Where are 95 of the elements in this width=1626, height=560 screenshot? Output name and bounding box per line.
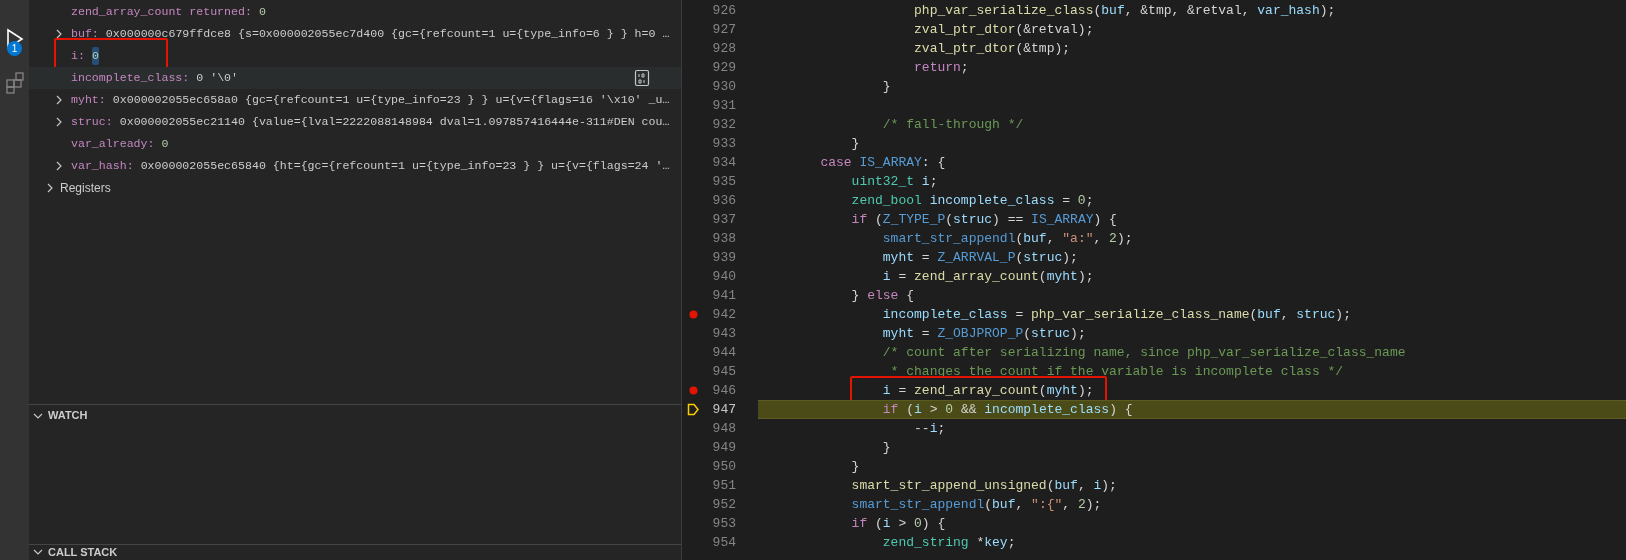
line-number: 943 xyxy=(711,324,736,343)
line-number: 944 xyxy=(711,343,736,362)
line-number: 942 xyxy=(711,305,736,324)
expand-chevron-icon[interactable] xyxy=(54,161,64,171)
variable-value: 0 '\0' xyxy=(196,70,239,87)
line-number: 928 xyxy=(711,39,736,58)
variable-value: 0x000002055ec658a0 {gc={refcount=1 u={type_info=23 } } u={v={flags=16 '\x10' _u… xyxy=(112,92,670,109)
line-number: 952 xyxy=(711,495,736,514)
variable-row[interactable]: buf: 0x000000c679ffdce8 {s=0x000002055ec7d400 {gc={refcount=1 u={type_info=6 } } h=0 … xyxy=(29,23,681,45)
binary-view-icon[interactable] xyxy=(634,69,650,87)
line-number: 950 xyxy=(711,457,736,476)
variable-name: var_hash: xyxy=(71,158,134,175)
line-number: 931 xyxy=(711,96,736,115)
code-line: i = zend_array_count(myht); xyxy=(881,383,1094,398)
line-number: 941 xyxy=(711,286,736,305)
code-line: uint32_t i; xyxy=(850,174,938,189)
line-number: 938 xyxy=(711,229,736,248)
line-number: 949 xyxy=(711,438,736,457)
line-number: 946 xyxy=(711,381,736,400)
variable-name: myht: xyxy=(71,92,106,109)
expand-chevron-icon[interactable] xyxy=(33,547,43,557)
variable-value: 0 xyxy=(161,136,169,153)
variable-name: zend_array_count returned: xyxy=(71,4,252,21)
code-line: smart_str_appendl(buf, ":{", 2); xyxy=(850,497,1102,512)
line-number: 945 xyxy=(711,362,736,381)
current-code-line: if (i > 0 && incomplete_class) { xyxy=(881,402,1133,417)
code-line: } xyxy=(881,79,891,94)
expand-chevron-icon[interactable] xyxy=(54,29,64,39)
code-line: return; xyxy=(913,60,969,75)
code-line: zend_bool incomplete_class = 0; xyxy=(850,193,1094,208)
code-line: /* fall-through */ xyxy=(881,117,1024,132)
line-number: 947 xyxy=(711,400,736,419)
variable-row[interactable]: struc: 0x000002055ec21140 {value={lval=2222088148984 dval=1.097857416444e-311#DEN cou… xyxy=(29,111,681,133)
line-number: 937 xyxy=(711,210,736,229)
line-number: 929 xyxy=(711,58,736,77)
code-line: myht = Z_ARRVAL_P(struc); xyxy=(881,250,1078,265)
variable-name: struc: xyxy=(71,114,113,131)
line-number: 953 xyxy=(711,514,736,533)
line-number: 927 xyxy=(711,20,736,39)
code-line: * changes the count if the variable is incomplete class */ xyxy=(889,364,1344,379)
variable-value: 0x000002055ec65840 {ht={gc={refcount=1 u={type_info=23 } } u={v={flags=24 '… xyxy=(140,158,670,175)
variable-value: 0x000002055ec21140 {value={lval=2222088148984 dval=1.097857416444e-311#DEN cou… xyxy=(119,114,670,131)
line-number: 934 xyxy=(711,153,736,172)
line-number: 935 xyxy=(711,172,736,191)
line-number: 954 xyxy=(711,533,736,552)
variable-name: incomplete_class: xyxy=(71,70,190,87)
code-line: } xyxy=(850,459,860,474)
code-line: --i; xyxy=(913,421,946,436)
variable-row[interactable]: myht: 0x000002055ec658a0 {gc={refcount=1 u={type_info=23 } } u={v={flags=16 '\x10' _u… xyxy=(29,89,681,111)
expand-chevron-icon[interactable] xyxy=(54,95,64,105)
code-line: /* count after serializing name, since php_var_serialize_class_name xyxy=(881,345,1406,360)
extensions-icon[interactable] xyxy=(5,72,24,94)
variable-name: buf: xyxy=(71,26,99,43)
variable-value: 0 xyxy=(91,47,99,65)
breakpoint-icon[interactable] xyxy=(688,386,698,395)
line-number: 939 xyxy=(711,248,736,267)
code-line: smart_str_append_unsigned(buf, i); xyxy=(850,478,1117,493)
line-number: 926 xyxy=(711,1,736,20)
code-line: } else { xyxy=(850,288,915,303)
code-line: incomplete_class = php_var_serialize_class_name(buf, struc); xyxy=(881,307,1351,322)
code-line: myht = Z_OBJPROP_P(struc); xyxy=(881,326,1086,341)
variable-value: 0x000000c679ffdce8 {s=0x000002055ec7d400 {gc={refcount=1 u={type_info=6 } } h=0 … xyxy=(105,26,670,43)
scope-row[interactable]: Registers xyxy=(29,177,115,199)
line-number: 948 xyxy=(711,419,736,438)
code-line: php_var_serialize_class(buf, &tmp, &retval, var_hash); xyxy=(913,3,1336,18)
notification-badge: 1 xyxy=(7,41,22,56)
code-line: i = zend_array_count(myht); xyxy=(881,269,1094,284)
variable-row[interactable]: i: 0 xyxy=(29,45,681,67)
code-line: if (Z_TYPE_P(struc) == IS_ARRAY) { xyxy=(850,212,1117,227)
expand-chevron-icon[interactable] xyxy=(54,117,64,127)
variable-name: var_already: xyxy=(71,136,155,153)
expand-chevron-icon[interactable] xyxy=(45,183,55,193)
code-line: } xyxy=(850,136,860,151)
code-line: case IS_ARRAY: { xyxy=(819,155,946,170)
code-line: if (i > 0) { xyxy=(850,516,946,531)
line-number: 933 xyxy=(711,134,736,153)
code-line: zval_ptr_dtor(&retval); xyxy=(913,22,1094,37)
line-number: 940 xyxy=(711,267,736,286)
variable-row[interactable]: zend_array_count returned: 0 xyxy=(29,1,681,23)
line-number: 936 xyxy=(711,191,736,210)
code-line: zend_string *key; xyxy=(881,535,1016,550)
variable-name: i: xyxy=(71,48,85,65)
line-number: 930 xyxy=(711,77,736,96)
variable-value: 0 xyxy=(258,4,266,21)
line-number: 932 xyxy=(711,115,736,134)
variable-row[interactable]: incomplete_class: 0 '\0' xyxy=(29,67,681,89)
code-line: zval_ptr_dtor(&tmp); xyxy=(913,41,1071,56)
section-header[interactable]: CALL STACK xyxy=(29,544,681,559)
variable-row[interactable]: var_hash: 0x000002055ec65840 {ht={gc={refcount=1 u={type_info=23 } } u={v={flags=24 '… xyxy=(29,155,681,177)
code-line: } xyxy=(881,440,891,455)
section-header[interactable]: WATCH xyxy=(29,404,681,426)
breakpoint-icon[interactable] xyxy=(688,310,698,319)
variable-row[interactable]: var_already: 0 xyxy=(29,133,681,155)
code-line: smart_str_appendl(buf, "a:", 2); xyxy=(881,231,1133,246)
line-number: 951 xyxy=(711,476,736,495)
